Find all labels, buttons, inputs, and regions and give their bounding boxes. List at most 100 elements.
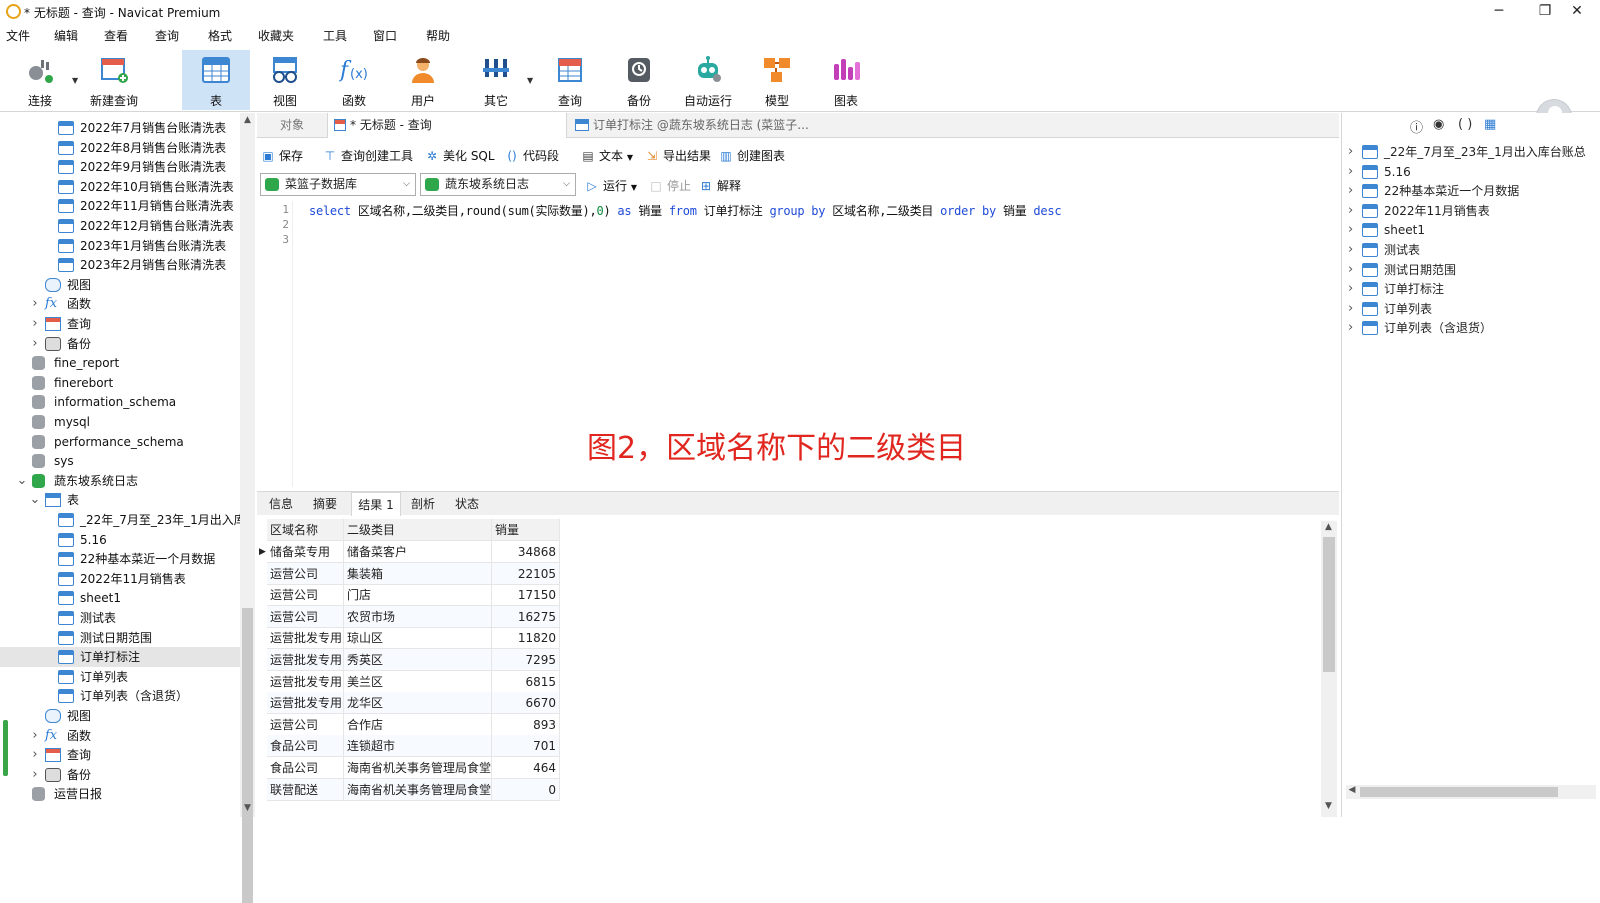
- tree-item[interactable]: 2022年10月销售台账清洗表: [0, 177, 241, 197]
- chevron-right-icon[interactable]: ›: [1348, 220, 1353, 240]
- table-cell[interactable]: 琼山区: [344, 627, 492, 650]
- chevron-down-icon[interactable]: ⌄: [29, 490, 41, 510]
- table-cell[interactable]: 6815: [492, 670, 560, 693]
- table-cell[interactable]: 龙华区: [344, 692, 492, 715]
- table-cell[interactable]: 7295: [492, 649, 560, 671]
- info-list-item[interactable]: › 测试表: [1342, 240, 1600, 260]
- menu-view[interactable]: 查看: [104, 27, 128, 44]
- info-list-item[interactable]: › 订单列表: [1342, 299, 1600, 319]
- toolbar-chart-button[interactable]: 图表: [812, 50, 880, 110]
- tree-item[interactable]: › fx 函数: [0, 294, 241, 314]
- tree-item[interactable]: 2022年11月销售表: [0, 569, 241, 589]
- toolbar-automation-button[interactable]: 自动运行: [674, 50, 742, 110]
- table-cell[interactable]: 17150: [492, 584, 560, 607]
- tab-profile[interactable]: 剖析: [403, 492, 443, 516]
- chevron-right-icon[interactable]: ›: [29, 334, 41, 354]
- toolbar-new-query-button[interactable]: 新建查询: [80, 50, 148, 110]
- tab-table[interactable]: 订单打标注 @蔬东坡系统日志 (菜篮子...: [571, 113, 817, 138]
- result-scrollbar[interactable]: ▲ ▼: [1321, 521, 1337, 817]
- chevron-right-icon[interactable]: ›: [29, 314, 41, 334]
- table-cell[interactable]: 合作店: [344, 713, 492, 736]
- tree-item[interactable]: › 备份: [0, 334, 241, 354]
- table-row[interactable]: 运营公司 农贸市场 16275: [267, 605, 567, 628]
- tree-item[interactable]: 5.16: [0, 530, 241, 550]
- chevron-right-icon[interactable]: ›: [1348, 260, 1353, 280]
- table-cell[interactable]: 连锁超市: [344, 735, 492, 758]
- tree-item[interactable]: 2022年7月销售台账清洗表: [0, 118, 241, 138]
- tree-item[interactable]: › 查询: [0, 745, 241, 765]
- explain-button[interactable]: ⊞ 解释: [699, 177, 741, 194]
- tree-item[interactable]: finerebort: [0, 373, 241, 393]
- scroll-down-icon[interactable]: ▼: [1321, 801, 1336, 811]
- menu-query[interactable]: 查询: [155, 27, 179, 44]
- tree-item[interactable]: 2023年1月销售台账清洗表: [0, 236, 241, 256]
- grid-view-icon[interactable]: ▦: [1484, 117, 1496, 132]
- menu-tools[interactable]: 工具: [323, 27, 347, 44]
- scrollbar-thumb[interactable]: [242, 608, 253, 903]
- chevron-right-icon[interactable]: ›: [29, 726, 41, 746]
- close-button[interactable]: ✕: [1554, 0, 1600, 24]
- tree-item[interactable]: sys: [0, 451, 241, 471]
- connect-dropdown-arrow[interactable]: ▼: [72, 76, 78, 85]
- tree-item[interactable]: 视图: [0, 275, 241, 295]
- scroll-left-icon[interactable]: ◀: [1346, 785, 1358, 795]
- scrollbar-thumb[interactable]: [1360, 787, 1558, 797]
- stop-button[interactable]: □ 停止: [649, 177, 691, 194]
- table-row[interactable]: 食品公司 连锁超市 701: [267, 735, 567, 758]
- text-button[interactable]: ▤ 文本 ▼: [581, 147, 633, 164]
- table-cell[interactable]: 海南省机关事务管理局食堂: [344, 757, 492, 779]
- table-cell[interactable]: 运营公司: [267, 605, 344, 628]
- tree-item[interactable]: 测试表: [0, 608, 241, 628]
- tree-item[interactable]: 订单打标注: [0, 647, 241, 668]
- chevron-right-icon[interactable]: ›: [1348, 162, 1353, 182]
- info-list-item[interactable]: › 22种基本菜近一个月数据: [1342, 181, 1600, 201]
- table-row[interactable]: 运营批发专用 龙华区 6670: [267, 692, 567, 715]
- scroll-up-icon[interactable]: ▲: [1321, 522, 1336, 532]
- info-list-item[interactable]: › 订单列表（含退货）: [1342, 318, 1600, 338]
- tree-item[interactable]: 2022年9月销售台账清洗表: [0, 157, 241, 177]
- tree-item[interactable]: 订单列表: [0, 667, 241, 687]
- tree-item[interactable]: fine_report: [0, 353, 241, 373]
- sql-code-line[interactable]: select 区域名称,二级类目,round(sum(实际数量),0) as 销…: [309, 202, 1062, 219]
- toolbar-user-button[interactable]: 用户: [389, 50, 457, 110]
- tab-summary[interactable]: 摘要: [303, 492, 347, 516]
- info-list-item[interactable]: › sheet1: [1342, 220, 1600, 240]
- menu-window[interactable]: 窗口: [373, 27, 397, 44]
- scroll-up-icon[interactable]: ▲: [240, 115, 255, 125]
- toolbar-query-button[interactable]: 查询: [536, 50, 604, 110]
- menu-format[interactable]: 格式: [208, 27, 232, 44]
- info-list-item[interactable]: › 订单打标注: [1342, 279, 1600, 299]
- table-cell[interactable]: 秀英区: [344, 649, 492, 671]
- other-dropdown-arrow[interactable]: ▼: [527, 76, 533, 85]
- table-cell[interactable]: 食品公司: [267, 735, 344, 758]
- table-cell[interactable]: 运营公司: [267, 713, 344, 736]
- export-result-button[interactable]: ⇲ 导出结果: [645, 147, 711, 164]
- table-cell[interactable]: 海南省机关事务管理局食堂: [344, 778, 492, 801]
- sql-editor[interactable]: 1 2 3 select 区域名称,二级类目,round(sum(实际数量),0…: [257, 201, 1339, 487]
- navigation-scrollbar[interactable]: ▲ ▼: [240, 113, 255, 903]
- toolbar-view-button[interactable]: 视图: [251, 50, 319, 110]
- table-row[interactable]: 运营批发专用 秀英区 7295: [267, 649, 567, 671]
- tab-status[interactable]: 状态: [447, 492, 487, 516]
- toolbar-function-button[interactable]: f (x) 函数: [320, 50, 388, 110]
- menu-help[interactable]: 帮助: [426, 27, 450, 44]
- tab-info[interactable]: 信息: [261, 492, 301, 516]
- table-cell[interactable]: 16275: [492, 605, 560, 628]
- tree-item[interactable]: › fx 函数: [0, 726, 241, 746]
- eye-icon[interactable]: ◉: [1433, 117, 1444, 132]
- menu-favorites[interactable]: 收藏夹: [258, 27, 294, 44]
- table-cell[interactable]: 运营批发专用: [267, 692, 344, 715]
- table-cell[interactable]: 34868: [492, 541, 560, 563]
- table-cell[interactable]: 农贸市场: [344, 605, 492, 628]
- table-cell[interactable]: 464: [492, 757, 560, 779]
- info-icon[interactable]: ⓘ: [1410, 117, 1423, 136]
- tree-item[interactable]: mysql: [0, 412, 241, 432]
- info-pane-scrollbar[interactable]: ◀: [1346, 785, 1596, 799]
- tab-query[interactable]: * 无标题 - 查询: [327, 113, 567, 138]
- tree-item[interactable]: 测试日期范围: [0, 628, 241, 648]
- table-cell[interactable]: 联营配送: [267, 778, 344, 801]
- menu-edit[interactable]: 编辑: [54, 27, 78, 44]
- table-cell[interactable]: 运营批发专用: [267, 627, 344, 650]
- table-cell[interactable]: 集装箱: [344, 562, 492, 585]
- table-cell[interactable]: 11820: [492, 627, 560, 650]
